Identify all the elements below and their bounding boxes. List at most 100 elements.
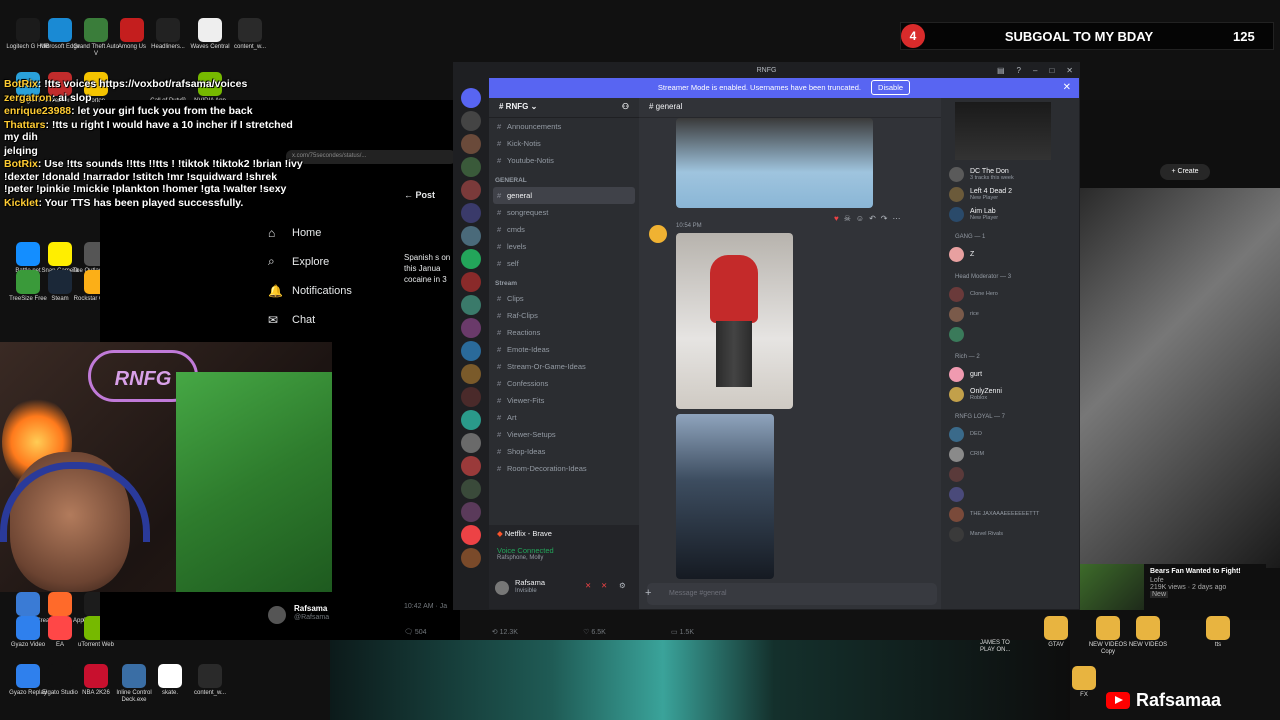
desktop-icon[interactable]: NEW VIDEOS <box>1124 616 1172 649</box>
x-nav-explore[interactable]: ⌕ Explore <box>268 247 378 276</box>
member-item[interactable]: THE JAXAAAEEEEEEETTT <box>941 504 1079 524</box>
help-icon[interactable]: ? <box>1017 63 1021 78</box>
server-icon[interactable] <box>461 502 481 522</box>
desktop-icon[interactable]: content_w... <box>186 664 234 697</box>
disable-button[interactable]: Disable <box>871 80 911 95</box>
channel-item[interactable]: # self <box>489 255 639 272</box>
x-account-switcher[interactable]: Rafsama @Rafsama <box>268 604 388 628</box>
server-icon[interactable] <box>461 433 481 453</box>
mute-icon[interactable]: ✕ <box>585 581 591 590</box>
image-attachment[interactable] <box>676 118 873 208</box>
channel-item[interactable]: # Announcements <box>489 118 639 135</box>
server-icon[interactable] <box>461 295 481 315</box>
member-item[interactable] <box>941 484 1079 504</box>
inbox-icon[interactable]: ▤ <box>997 63 1005 78</box>
avatar[interactable] <box>495 581 509 595</box>
channel-item[interactable]: # Confessions <box>489 375 639 392</box>
channel-item[interactable]: # general <box>493 187 635 204</box>
emoji-icon[interactable]: ☺ <box>856 214 864 223</box>
desktop-icon[interactable]: tts <box>1194 616 1242 649</box>
close-icon[interactable]: ✕ <box>1063 78 1071 98</box>
close-icon[interactable]: ✕ <box>1066 63 1073 78</box>
channel-item[interactable]: # Shop-Ideas <box>489 443 639 460</box>
reply-count[interactable]: 🗨 504 <box>404 628 427 636</box>
channel-item[interactable]: # Reactions <box>489 324 639 341</box>
server-icon[interactable] <box>461 249 481 269</box>
deafen-icon[interactable]: ✕ <box>601 581 607 590</box>
channel-category[interactable]: Stream <box>489 272 639 290</box>
heart-icon[interactable]: ♥ <box>834 214 839 223</box>
server-icon[interactable] <box>461 318 481 338</box>
channel-item[interactable]: # Kick-Notis <box>489 135 639 152</box>
minimize-icon[interactable]: – <box>1033 63 1037 78</box>
bookmark-count[interactable]: ▭ 1.5K <box>671 628 694 636</box>
channel-item[interactable]: # Art <box>489 409 639 426</box>
x-address-bar[interactable]: x.com/75secondes/status/... <box>286 150 456 164</box>
skull-icon[interactable]: ☠ <box>844 214 851 223</box>
reply-icon[interactable]: ↶ <box>869 214 876 223</box>
more-icon[interactable]: ⋯ <box>893 214 901 223</box>
server-icon[interactable] <box>461 456 481 476</box>
member-item[interactable]: CRIM <box>941 444 1079 464</box>
server-icon[interactable] <box>461 341 481 361</box>
image-attachment[interactable] <box>676 414 774 579</box>
channel-item[interactable]: # Raf-Clips <box>489 307 639 324</box>
repost-count[interactable]: ⟲ 12.3K <box>492 628 518 636</box>
channel-item[interactable]: # Viewer-Setups <box>489 426 639 443</box>
server-icon[interactable] <box>461 410 481 430</box>
member-item[interactable] <box>941 464 1079 484</box>
member-item[interactable]: Marvel Rivals <box>941 524 1079 544</box>
channel-item[interactable]: # levels <box>489 238 639 255</box>
channel-item[interactable]: # cmds <box>489 221 639 238</box>
channel-item[interactable]: # Emote-Ideas <box>489 341 639 358</box>
server-header[interactable]: # RNFG ⌄ ⚇ <box>489 98 639 118</box>
settings-icon[interactable]: ⚙ <box>619 581 626 590</box>
avatar[interactable] <box>649 225 667 243</box>
maximize-icon[interactable]: □ <box>1049 63 1054 78</box>
member-item[interactable] <box>941 324 1079 344</box>
x-nav-home[interactable]: ⌂ Home <box>268 218 378 247</box>
voice-status[interactable]: Voice Connected <box>497 546 631 555</box>
desktop-file-label[interactable]: JAMES TO PLAY ON... <box>980 640 1020 654</box>
add-attachment-icon[interactable]: + <box>645 587 651 599</box>
member-item[interactable]: Aim Lab New Player <box>941 204 1079 224</box>
server-icon[interactable] <box>461 548 481 568</box>
member-item[interactable]: rice <box>941 304 1079 324</box>
desktop-icon[interactable]: FX <box>1060 666 1108 699</box>
server-icon[interactable] <box>461 88 481 108</box>
image-attachment[interactable] <box>676 233 793 409</box>
create-button[interactable]: + Create <box>1160 164 1210 180</box>
member-item[interactable]: DC The Don 3 tracks this week <box>941 164 1079 184</box>
server-icon[interactable] <box>461 226 481 246</box>
member-item[interactable]: gurt <box>941 364 1079 384</box>
x-nav-notifications[interactable]: 🔔 Notifications <box>268 276 378 305</box>
channel-item[interactable]: # Clips <box>489 290 639 307</box>
x-nav-chat[interactable]: ✉ Chat <box>268 305 378 334</box>
channel-category[interactable]: GENERAL <box>489 169 639 187</box>
member-item[interactable]: Clone Hero <box>941 284 1079 304</box>
desktop-icon[interactable]: content_w... <box>226 18 274 51</box>
server-icon[interactable] <box>461 203 481 223</box>
channel-item[interactable]: # songrequest <box>489 204 639 221</box>
server-icon[interactable] <box>461 272 481 292</box>
desktop-icon[interactable]: Headliners... <box>144 18 192 51</box>
recommended-video[interactable]: Bears Fan Wanted to Fight! Lofe 219K vie… <box>1080 564 1266 612</box>
forward-icon[interactable]: ↷ <box>881 214 888 223</box>
channel-item[interactable]: # Room-Decoration-Ideas <box>489 460 639 477</box>
channel-item[interactable]: # Stream-Or-Game-Ideas <box>489 358 639 375</box>
server-icon[interactable] <box>461 479 481 499</box>
channel-item[interactable]: # Viewer-Fits <box>489 392 639 409</box>
server-icon[interactable] <box>461 111 481 131</box>
member-item[interactable]: Z <box>941 244 1079 264</box>
server-icon[interactable] <box>461 180 481 200</box>
server-icon[interactable] <box>461 525 481 545</box>
video-player[interactable] <box>1080 188 1280 568</box>
like-count[interactable]: ♡ 6.5K <box>583 628 606 636</box>
add-user-icon[interactable]: ⚇ <box>622 102 629 113</box>
desktop-icon[interactable]: GTAV <box>1032 616 1080 649</box>
message-input[interactable]: + Message #general <box>645 583 937 605</box>
server-icon[interactable] <box>461 134 481 154</box>
server-icon[interactable] <box>461 157 481 177</box>
server-icon[interactable] <box>461 364 481 384</box>
member-item[interactable]: OnlyZenni Roblox <box>941 384 1079 404</box>
